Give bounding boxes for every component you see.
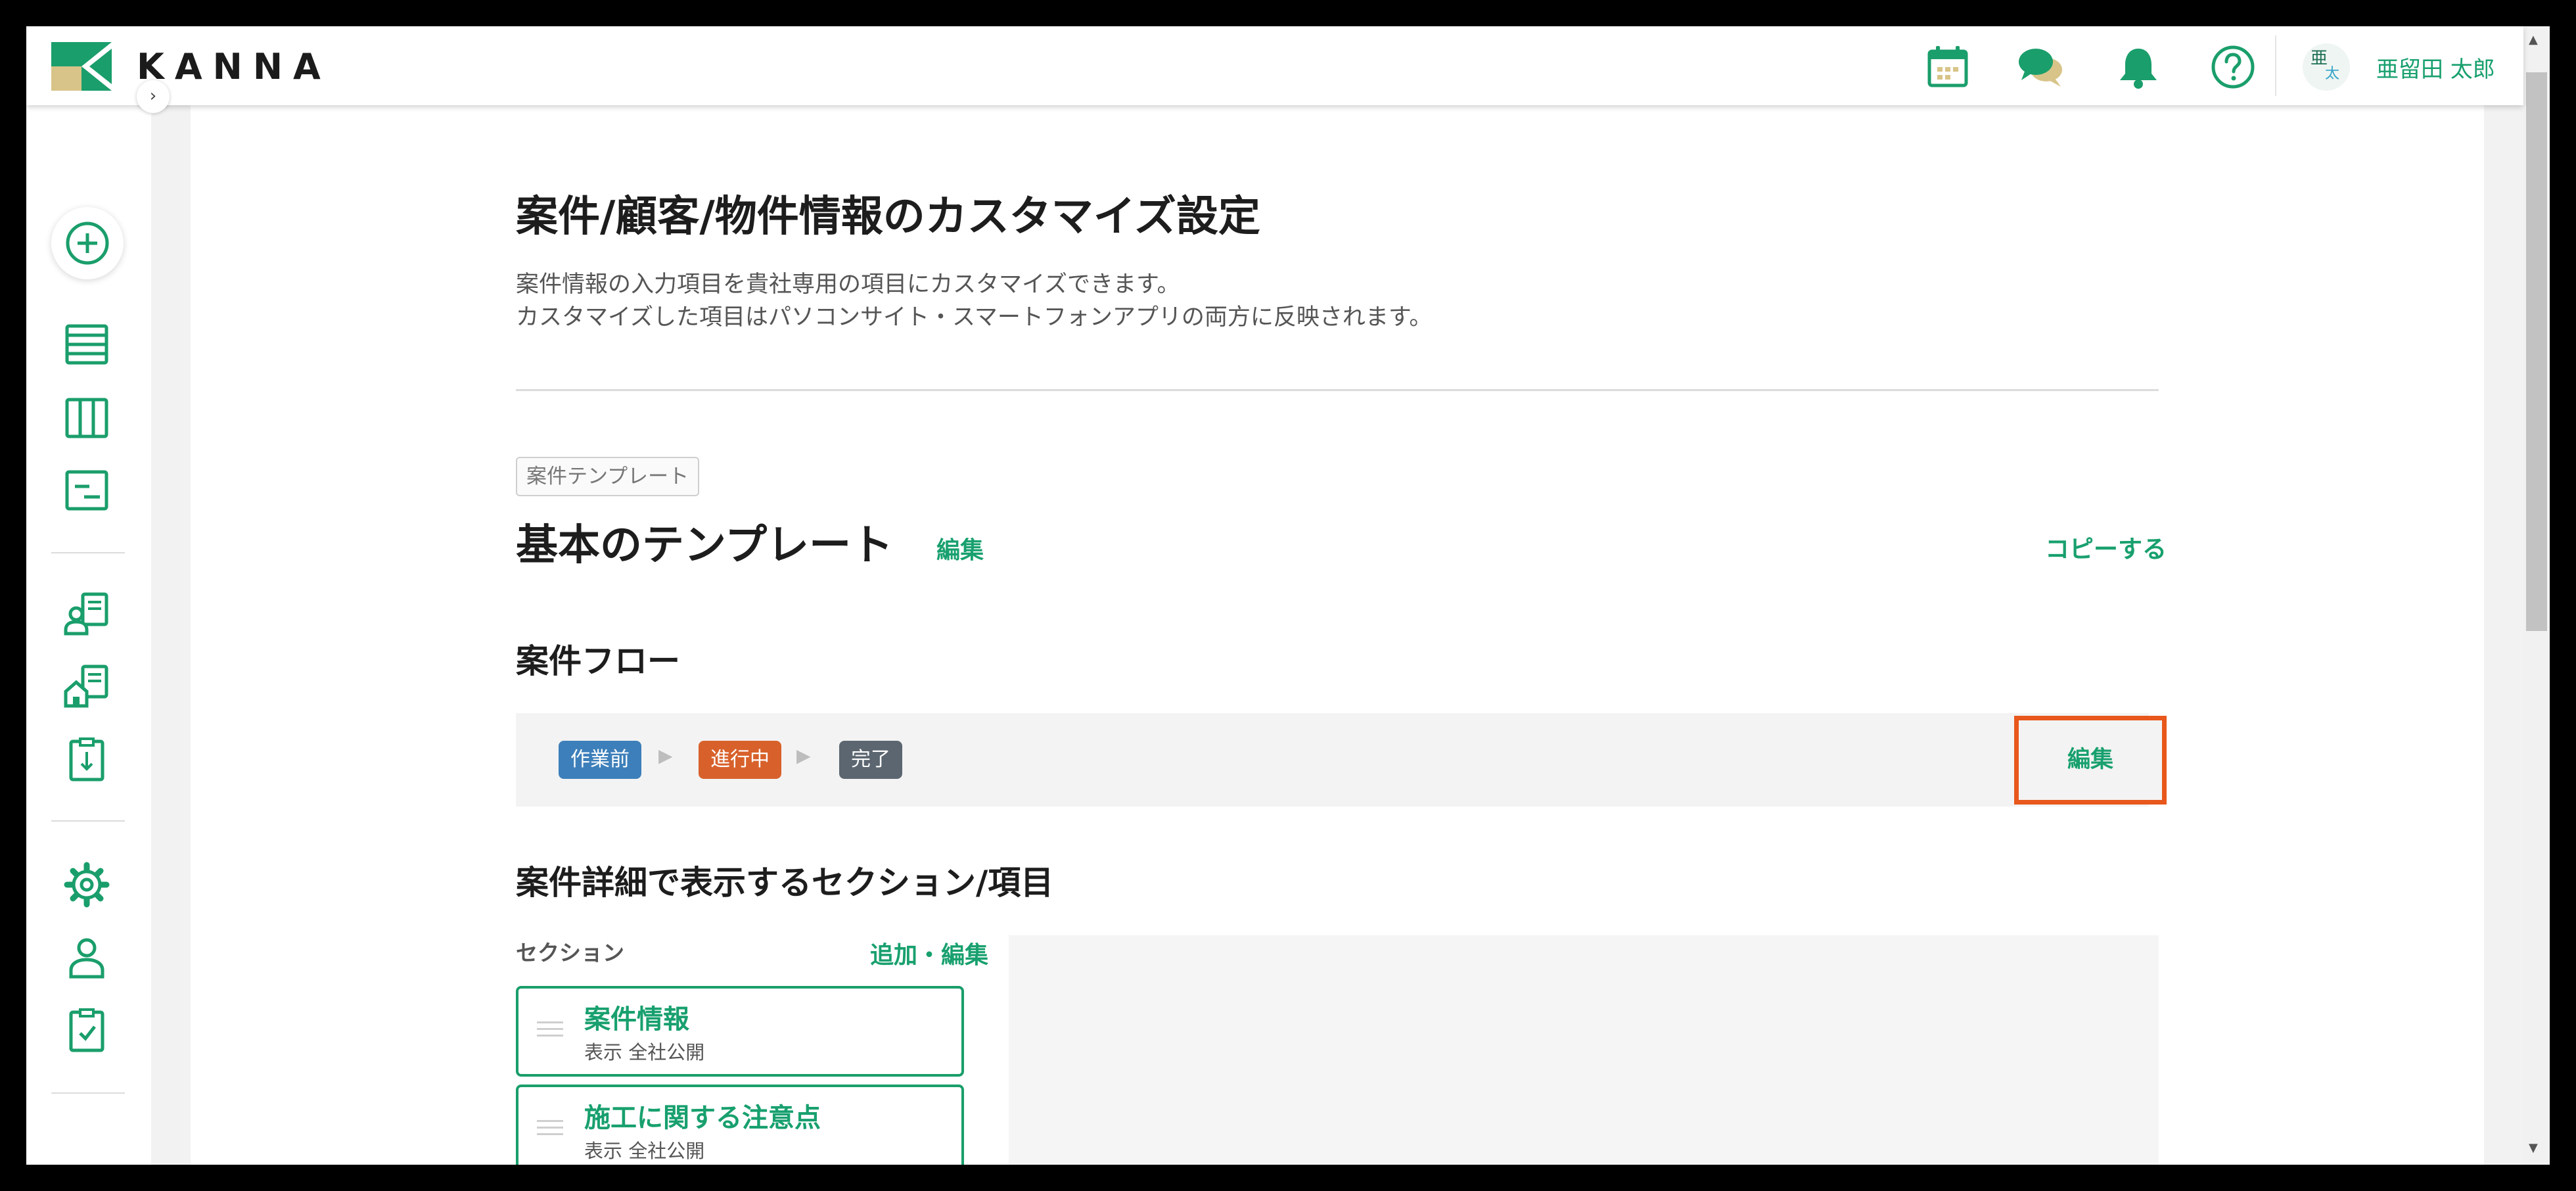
template-edit-link[interactable]: 編集 bbox=[936, 531, 984, 565]
copy-template-link[interactable]: コピーする bbox=[2045, 529, 2167, 565]
sidebar-divider bbox=[51, 552, 125, 553]
user-name[interactable]: 亜留田 太郎 bbox=[2376, 51, 2495, 83]
checklist-icon[interactable] bbox=[63, 1007, 110, 1054]
section-detail-panel bbox=[1009, 935, 2159, 1165]
avatar-initial-top: 亜 bbox=[2311, 49, 2328, 68]
template-name: 基本のテンプレート bbox=[516, 521, 894, 570]
kanna-logo-mark bbox=[51, 42, 112, 91]
drag-handle-icon[interactable] bbox=[537, 1021, 563, 1037]
logo-text: KANNA bbox=[137, 45, 331, 87]
customer-icon[interactable] bbox=[63, 590, 110, 638]
app-window: KANNA 亜 太 亜留田 太郎 › 案件/顧客/物件情報のカスタマイズ設定 案… bbox=[26, 26, 2550, 1165]
scroll-down-icon[interactable]: ▼ bbox=[2529, 1141, 2538, 1155]
flow-arrow-icon: ▶ bbox=[658, 745, 673, 766]
description-line-1: 案件情報の入力項目を貴社専用の項目にカスタマイズできます。 bbox=[516, 271, 1180, 298]
title-divider bbox=[516, 389, 2159, 391]
main-content: 案件/顧客/物件情報のカスタマイズ設定 案件情報の入力項目を貴社専用の項目にカス… bbox=[191, 105, 2484, 1165]
chat-icon[interactable] bbox=[2017, 43, 2065, 91]
section-list-label: セクション bbox=[516, 940, 624, 966]
section-name: 案件情報 bbox=[584, 1004, 689, 1035]
stage-badge-done: 完了 bbox=[839, 741, 902, 779]
section-visibility: 表示 全社公開 bbox=[584, 1140, 705, 1162]
flow-edit-button[interactable]: 編集 bbox=[2014, 716, 2167, 805]
help-icon[interactable] bbox=[2209, 43, 2257, 91]
add-icon[interactable] bbox=[51, 207, 124, 279]
import-icon[interactable] bbox=[63, 736, 110, 783]
section-add-edit-link[interactable]: 追加・編集 bbox=[870, 936, 988, 970]
template-type-badge: 案件テンプレート bbox=[516, 457, 700, 496]
flow-section-title: 案件フロー bbox=[516, 642, 680, 680]
settings-icon[interactable] bbox=[63, 861, 110, 908]
page-description: 案件情報の入力項目を貴社専用の項目にカスタマイズできます。 カスタマイズした項目… bbox=[516, 268, 1432, 334]
detail-section-title: 案件詳細で表示するセクション/項目 bbox=[516, 864, 1054, 902]
flow-arrow-icon: ▶ bbox=[796, 745, 811, 766]
top-header: KANNA 亜 太 亜留田 太郎 bbox=[26, 26, 2523, 105]
page-title: 案件/顧客/物件情報のカスタマイズ設定 bbox=[516, 193, 1260, 241]
user-icon[interactable] bbox=[63, 933, 110, 981]
avatar-initial-bottom: 太 bbox=[2325, 66, 2340, 82]
header-divider bbox=[2275, 35, 2276, 96]
flow-panel: 作業前 ▶ 進行中 ▶ 完了 編集 bbox=[516, 713, 2167, 806]
stage-badge-before: 作業前 bbox=[559, 741, 641, 779]
section-name: 施工に関する注意点 bbox=[584, 1103, 821, 1133]
board-icon[interactable] bbox=[63, 394, 110, 442]
schedule-icon[interactable] bbox=[63, 467, 110, 514]
sidebar bbox=[26, 105, 151, 1165]
list-icon[interactable] bbox=[63, 321, 110, 368]
sidebar-divider bbox=[51, 820, 125, 822]
avatar[interactable]: 亜 太 bbox=[2303, 43, 2350, 91]
property-icon[interactable] bbox=[63, 663, 110, 710]
sidebar-toggle-button[interactable]: › bbox=[137, 80, 170, 113]
drag-handle-icon[interactable] bbox=[537, 1120, 563, 1136]
sidebar-divider bbox=[51, 1092, 125, 1094]
scrollbar-thumb[interactable] bbox=[2526, 72, 2547, 631]
kanna-logo[interactable]: KANNA bbox=[51, 42, 331, 91]
section-card[interactable]: 案件情報 表示 全社公開 bbox=[516, 986, 964, 1077]
bell-icon[interactable] bbox=[2115, 43, 2162, 91]
stage-badge-in-progress: 進行中 bbox=[699, 741, 781, 779]
scroll-up-icon[interactable]: ▲ bbox=[2529, 33, 2538, 47]
section-visibility: 表示 全社公開 bbox=[584, 1041, 705, 1063]
calendar-icon[interactable] bbox=[1924, 43, 1971, 91]
section-card[interactable]: 施工に関する注意点 表示 全社公開 bbox=[516, 1085, 964, 1165]
description-line-2: カスタマイズした項目はパソコンサイト・スマートフォンアプリの両方に反映されます。 bbox=[516, 304, 1433, 331]
